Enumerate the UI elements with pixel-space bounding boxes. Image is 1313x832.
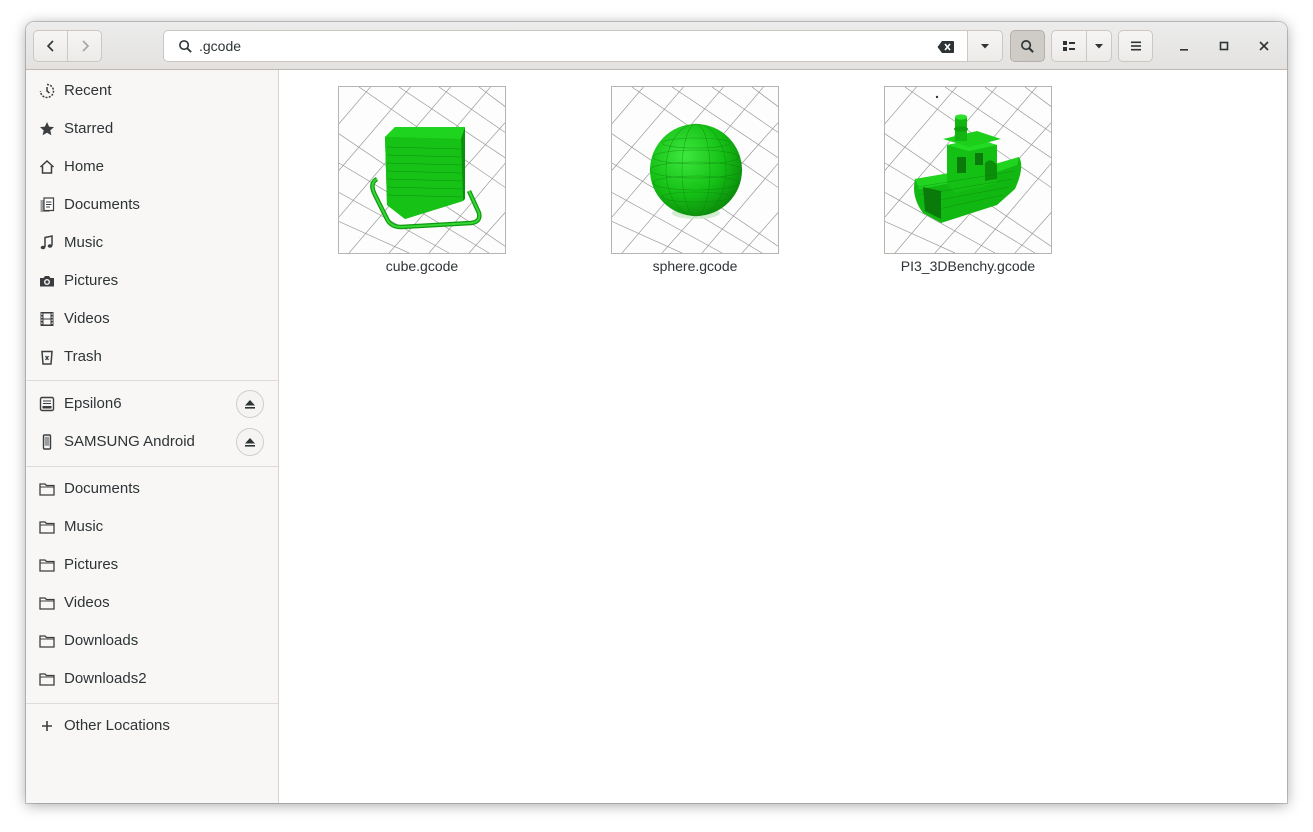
- drive-icon: [39, 396, 55, 412]
- file-view: cube.gcode sphere.gcode PI3_3DBenchy.gco…: [279, 70, 1287, 803]
- file-name: cube.gcode: [385, 258, 459, 274]
- search-icon: [179, 40, 192, 53]
- minimize-button[interactable]: [1172, 34, 1196, 58]
- file-item-cube[interactable]: cube.gcode: [322, 86, 522, 281]
- edit-clear-icon[interactable]: [937, 40, 955, 54]
- view-options-dropdown[interactable]: [1086, 30, 1112, 62]
- sidebar-separator: [26, 380, 278, 381]
- file-thumbnail: [338, 86, 506, 254]
- sidebar-separator: [26, 703, 278, 704]
- sidebar-item-label: Music: [64, 518, 104, 535]
- file-manager-window: .gcode Recent Starred Home Documents Mus…: [26, 22, 1287, 803]
- folder-icon: [39, 483, 55, 496]
- sidebar: Recent Starred Home Documents Music Pict…: [26, 70, 279, 803]
- sidebar-item-trash[interactable]: Trash: [26, 338, 278, 376]
- folder-icon: [39, 635, 55, 648]
- sidebar-item-label: Pictures: [64, 556, 119, 573]
- sidebar-item-videos[interactable]: Videos: [26, 300, 278, 338]
- trash-icon: [41, 350, 53, 365]
- view-list-icon: [1063, 41, 1075, 51]
- eject-icon: [245, 400, 255, 409]
- sidebar-item-label: Documents: [64, 480, 140, 497]
- sidebar-separator: [26, 466, 278, 467]
- sidebar-item-label: Documents: [64, 196, 140, 213]
- file-thumbnail: [884, 86, 1052, 254]
- sidebar-item-home[interactable]: Home: [26, 148, 278, 186]
- sidebar-item-bookmark-downloads2[interactable]: Downloads2: [26, 660, 278, 698]
- film-icon: [40, 312, 54, 326]
- recent-icon: [39, 83, 55, 99]
- forward-button[interactable]: [67, 30, 102, 62]
- go-next-icon: [81, 40, 89, 52]
- folder-icon: [39, 559, 55, 572]
- sidebar-item-other-locations[interactable]: Other Locations: [26, 707, 278, 745]
- pan-down-icon: [981, 44, 989, 49]
- eject-icon: [245, 438, 255, 447]
- sidebar-item-label: Videos: [64, 310, 110, 327]
- sidebar-item-documents[interactable]: Documents: [26, 186, 278, 224]
- search-toggle-button[interactable]: [1010, 30, 1045, 62]
- benchy-model-image: [885, 87, 1051, 253]
- file-item-sphere[interactable]: sphere.gcode: [595, 86, 795, 281]
- file-thumbnail: [611, 86, 779, 254]
- sidebar-item-starred[interactable]: Starred: [26, 110, 278, 148]
- camera-icon: [40, 276, 54, 287]
- sphere-model-image: [612, 87, 778, 253]
- sidebar-item-label: SAMSUNG Android: [64, 433, 195, 450]
- eject-button[interactable]: [236, 390, 264, 418]
- view-mode-button[interactable]: [1051, 30, 1087, 62]
- sidebar-item-label: Music: [64, 234, 104, 251]
- sidebar-item-bookmark-pictures[interactable]: Pictures: [26, 546, 278, 584]
- search-input[interactable]: .gcode: [163, 30, 968, 62]
- maximize-button[interactable]: [1212, 34, 1236, 58]
- sidebar-item-label: Pictures: [64, 272, 119, 289]
- eject-button[interactable]: [236, 428, 264, 456]
- sidebar-item-bookmark-downloads[interactable]: Downloads: [26, 622, 278, 660]
- window-minimize-icon: [1180, 49, 1188, 51]
- search-query-text: .gcode: [199, 38, 242, 54]
- sidebar-item-bookmark-videos[interactable]: Videos: [26, 584, 278, 622]
- file-name: PI3_3DBenchy.gcode: [900, 258, 1036, 274]
- go-previous-icon: [46, 40, 54, 52]
- sidebar-item-label: Home: [64, 158, 105, 175]
- sidebar-item-bookmark-documents[interactable]: Documents: [26, 470, 278, 508]
- sidebar-item-recent[interactable]: Recent: [26, 72, 278, 110]
- sidebar-item-samsung-android[interactable]: SAMSUNG Android: [26, 423, 278, 461]
- phone-icon: [42, 434, 52, 450]
- folder-icon: [39, 521, 55, 534]
- header-bar: .gcode: [26, 22, 1287, 70]
- sidebar-item-label: Recent: [64, 82, 112, 99]
- close-button[interactable]: [1252, 34, 1276, 58]
- file-name: sphere.gcode: [652, 258, 738, 274]
- pan-down-icon: [1095, 44, 1103, 49]
- folder-icon: [39, 673, 55, 686]
- search-icon: [1021, 39, 1034, 53]
- search-options-dropdown[interactable]: [967, 30, 1003, 62]
- sidebar-item-label: Videos: [64, 594, 110, 611]
- sidebar-item-bookmark-music[interactable]: Music: [26, 508, 278, 546]
- home-icon: [39, 159, 55, 174]
- cube-model-image: [339, 87, 505, 253]
- sidebar-item-music[interactable]: Music: [26, 224, 278, 262]
- folder-icon: [39, 597, 55, 610]
- file-item-benchy[interactable]: PI3_3DBenchy.gcode: [868, 86, 1068, 281]
- plus-icon: [42, 721, 52, 731]
- sidebar-item-pictures[interactable]: Pictures: [26, 262, 278, 300]
- window-maximize-icon: [1219, 41, 1229, 51]
- documents-icon: [40, 197, 55, 212]
- star-icon: [40, 122, 54, 136]
- back-button[interactable]: [33, 30, 68, 62]
- open-menu-icon: [1130, 41, 1141, 51]
- main-menu-button[interactable]: [1118, 30, 1153, 62]
- music-icon: [40, 235, 53, 250]
- sidebar-item-epsilon6[interactable]: Epsilon6: [26, 385, 278, 423]
- sidebar-item-label: Trash: [64, 348, 102, 365]
- sidebar-item-label: Epsilon6: [64, 395, 122, 412]
- sidebar-item-label: Other Locations: [64, 717, 170, 734]
- sidebar-item-label: Downloads: [64, 632, 139, 649]
- sidebar-item-label: Starred: [64, 120, 114, 137]
- window-close-icon: [1259, 41, 1269, 51]
- sidebar-item-label: Downloads2: [64, 670, 147, 687]
